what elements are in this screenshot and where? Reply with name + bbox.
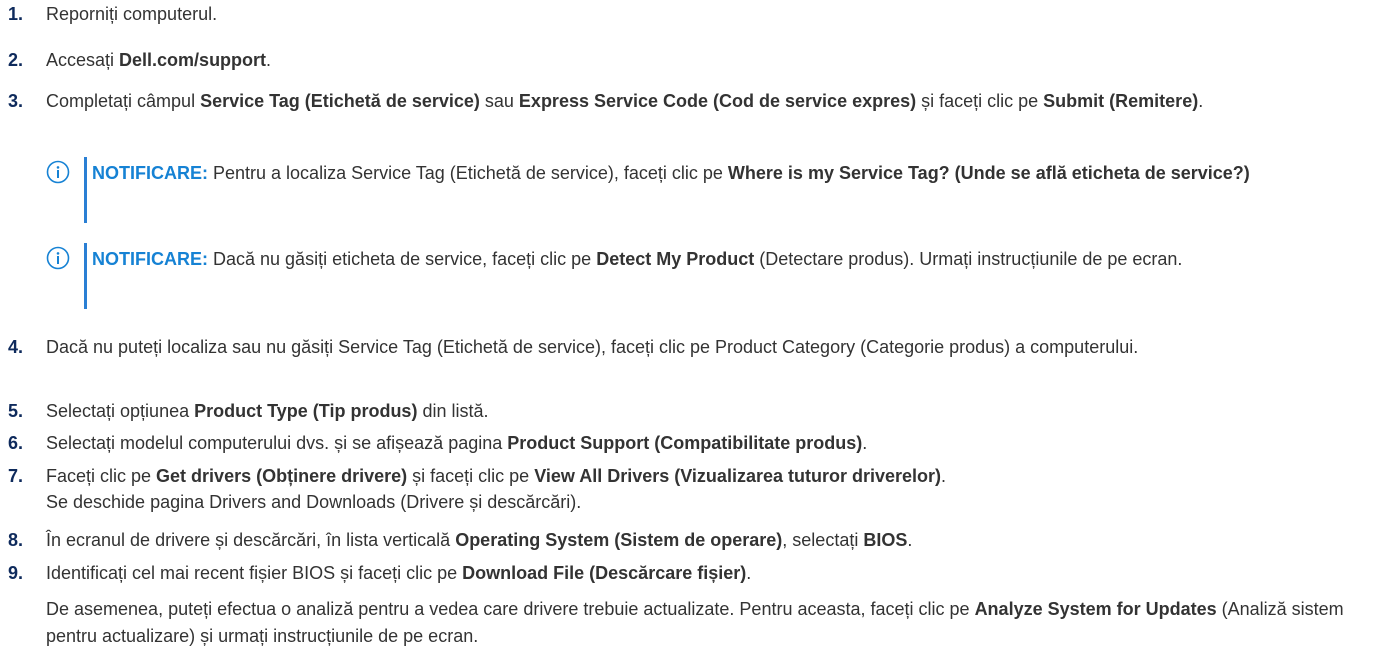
note-body: Pentru a localiza Service Tag (Etichetă …	[208, 163, 1250, 183]
bold-text-run: Submit (Remitere)	[1043, 91, 1199, 111]
text-run: Completați câmpul	[46, 91, 201, 111]
text-run: (Detectare produs). Urmați instrucțiunil…	[754, 249, 1183, 269]
text-run: Faceți clic pe	[46, 466, 157, 486]
text-run: Dacă nu puteți localiza sau nu găsiți Se…	[46, 337, 1139, 357]
text-run: Selectați opțiunea	[46, 401, 195, 421]
text-run: Selectați modelul computerului dvs. și s…	[46, 433, 508, 453]
info-circle-icon	[46, 246, 70, 270]
step-text: În ecranul de drivere și descărcări, în …	[46, 527, 1381, 553]
step-number: 4.	[8, 337, 24, 357]
step-text: Reporniți computerul.	[46, 1, 1381, 27]
step-text: Accesați Dell.com/support.	[46, 47, 1381, 73]
bold-text-run: Detect My Product	[596, 249, 755, 269]
text-run: Accesați	[46, 50, 120, 70]
analyze-system-paragraph: De asemenea, puteți efectua o analiză pe…	[46, 596, 1381, 650]
text-run: .	[266, 50, 272, 70]
bold-text-run: Product Support (Compatibilitate produs)	[507, 433, 863, 453]
bold-text-run: Service Tag (Etichetă de service)	[200, 91, 480, 111]
step-text: Faceți clic pe Get drivers (Obținere dri…	[46, 463, 1381, 515]
note-label: NOTIFICARE:	[92, 249, 208, 269]
step-text: Selectați opțiunea Product Type (Tip pro…	[46, 398, 1381, 424]
bold-text-run: Operating System (Sistem de operare)	[455, 530, 783, 550]
text-run: Reporniți computerul.	[46, 4, 218, 24]
bold-text-run: BIOS	[863, 530, 908, 550]
text-run: .	[862, 433, 868, 453]
text-run: Identificați cel mai recent fișier BIOS …	[46, 563, 463, 583]
step-number: 8.	[8, 530, 24, 550]
text-run: și faceți clic pe	[916, 91, 1044, 111]
text-run: .	[907, 530, 913, 550]
instructions-page: 1. Reporniți computerul. 2. Accesați Del…	[0, 0, 1391, 662]
bold-text-run: Get drivers (Obținere drivere)	[156, 466, 408, 486]
note-detect-product: NOTIFICARE: Dacă nu găsiți eticheta de s…	[46, 243, 1381, 315]
step-number: 7.	[8, 466, 24, 486]
note-accent-bar	[84, 157, 87, 223]
info-circle-icon	[46, 160, 70, 184]
text-run: De asemenea, puteți efectua o analiză pe…	[46, 599, 975, 619]
text-run: Dacă nu găsiți eticheta de service, face…	[208, 249, 597, 269]
text-run: .	[941, 466, 947, 486]
note-text: NOTIFICARE: Dacă nu găsiți eticheta de s…	[92, 243, 1381, 276]
text-run: sau	[479, 91, 519, 111]
bold-text-run: Express Service Code (Cod de service exp…	[518, 91, 917, 111]
note-accent-bar	[84, 243, 87, 309]
text-run: În ecranul de drivere și descărcări, în …	[46, 530, 456, 550]
text-run: .	[746, 563, 752, 583]
note-service-tag: NOTIFICARE: Pentru a localiza Service Ta…	[46, 157, 1381, 229]
step-number: 2.	[8, 50, 24, 70]
step-number: 5.	[8, 401, 24, 421]
step-text: Identificați cel mai recent fișier BIOS …	[46, 560, 1381, 586]
bold-text-run: View All Drivers (Vizualizarea tuturor d…	[534, 466, 941, 486]
bold-text-run: Product Type (Tip produs)	[194, 401, 418, 421]
bold-text-run: Dell.com/support	[119, 50, 267, 70]
bold-text-run: Where is my Service Tag? (Unde se află e…	[727, 163, 1250, 183]
step-number: 6.	[8, 433, 24, 453]
step-number: 9.	[8, 563, 24, 583]
text-run: din listă.	[417, 401, 489, 421]
step-text: Selectați modelul computerului dvs. și s…	[46, 430, 1381, 456]
step-text: Completați câmpul Service Tag (Etichetă …	[46, 88, 1381, 114]
text-run: Pentru a localiza Service Tag (Etichetă …	[208, 163, 728, 183]
bold-text-run: Download File (Descărcare fișier)	[462, 563, 747, 583]
text-run: , selectați	[782, 530, 864, 550]
step-number: 3.	[8, 91, 24, 111]
text-run: și faceți clic pe	[407, 466, 535, 486]
note-body: Dacă nu găsiți eticheta de service, face…	[208, 249, 1182, 269]
text-run: Se deschide pagina Drivers and Downloads…	[46, 492, 582, 512]
bold-text-run: Analyze System for Updates	[974, 599, 1217, 619]
note-text: NOTIFICARE: Pentru a localiza Service Ta…	[92, 157, 1381, 190]
text-run: .	[1198, 91, 1204, 111]
step-text: Dacă nu puteți localiza sau nu găsiți Se…	[46, 334, 1381, 360]
step-number: 1.	[8, 4, 24, 24]
note-label: NOTIFICARE:	[92, 163, 208, 183]
